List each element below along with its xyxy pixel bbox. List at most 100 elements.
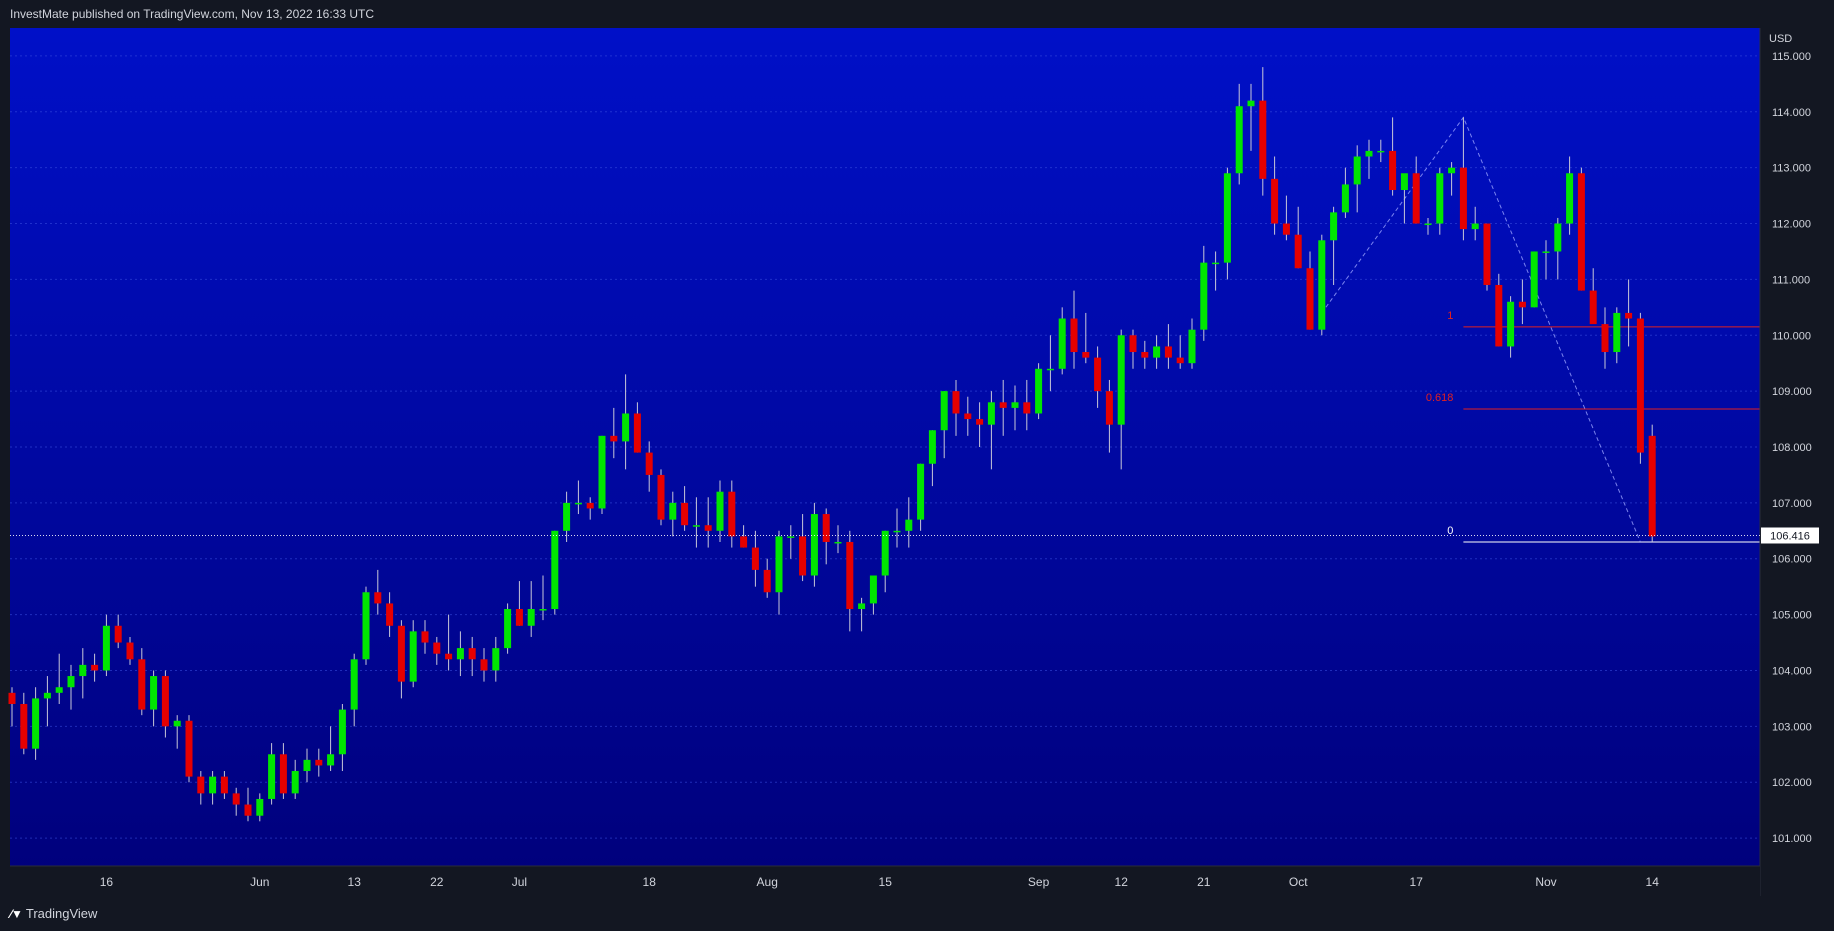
- candle-body: [386, 603, 394, 626]
- y-tick-label: 114.000: [1772, 107, 1811, 119]
- candle-body: [1223, 173, 1231, 263]
- x-tick-label: Jul: [512, 875, 527, 889]
- candle-body: [409, 631, 417, 682]
- candle-body: [563, 502, 571, 531]
- x-tick-label: 18: [643, 875, 657, 889]
- publish-info-text: InvestMate published on TradingView.com,…: [10, 7, 374, 21]
- candle-body: [1507, 301, 1515, 347]
- candle-body: [799, 536, 807, 576]
- candle-body: [1259, 100, 1267, 179]
- y-tick-labels: 101.000 102.000 103.000 104.000 105.000 106.0…: [1772, 51, 1812, 845]
- candle: [598, 435, 606, 515]
- candle-body: [1306, 268, 1314, 330]
- candle-body: [397, 625, 405, 682]
- candle-body: [1601, 324, 1609, 353]
- candle-body: [279, 754, 287, 794]
- candle-body: [291, 771, 299, 794]
- candle-body: [1200, 262, 1208, 330]
- candle-body: [1424, 223, 1432, 226]
- candle-body: [1577, 173, 1585, 291]
- y-tick-label: 113.000: [1772, 163, 1811, 175]
- candle: [1636, 312, 1644, 464]
- candle-body: [126, 642, 134, 660]
- candle-body: [1353, 156, 1361, 185]
- candle-body: [952, 391, 960, 414]
- candle-body: [610, 435, 618, 442]
- candle-body: [1247, 100, 1255, 107]
- candle-body: [1471, 223, 1479, 230]
- candle-body: [445, 653, 453, 660]
- candle-body: [1377, 150, 1385, 153]
- candle-body: [362, 592, 370, 660]
- candle-body: [1318, 240, 1326, 330]
- candle-body: [244, 804, 252, 816]
- candle-body: [1365, 150, 1373, 157]
- candle-body: [138, 659, 146, 710]
- candle-body: [161, 676, 169, 727]
- y-tick-label: 112.000: [1772, 219, 1811, 231]
- candle-body: [504, 609, 512, 649]
- candle-body: [1330, 212, 1338, 241]
- candle-body: [303, 759, 311, 772]
- y-tick-label: 109.000: [1772, 386, 1812, 398]
- candle-body: [740, 536, 748, 548]
- candle-body: [1636, 318, 1644, 453]
- candle-body: [539, 609, 547, 611]
- price-axis[interactable]: USD: [1759, 28, 1834, 896]
- candlestick-chart[interactable]: 10.6180 USD 101.000102.000103.000104.000…: [0, 28, 1834, 896]
- candle-body: [1483, 223, 1491, 285]
- candle-body: [846, 541, 854, 610]
- x-tick-label: 14: [1646, 875, 1660, 889]
- candle: [1318, 234, 1326, 336]
- candle-body: [598, 435, 606, 509]
- candle-body: [209, 776, 217, 794]
- candle-body: [716, 491, 724, 531]
- candle-body: [1058, 318, 1066, 369]
- y-tick-label: 102.000: [1772, 777, 1812, 789]
- candle-body: [1495, 284, 1503, 347]
- candle-body: [515, 609, 523, 626]
- candle-body: [1341, 184, 1349, 213]
- candle-body: [1164, 346, 1172, 358]
- tradingview-branding[interactable]: ⁄▼ TradingView: [10, 906, 97, 921]
- candle-body: [657, 474, 665, 520]
- candle-body: [928, 430, 936, 464]
- candle-body: [1436, 173, 1444, 224]
- candle-body: [1129, 335, 1137, 353]
- candle-body: [421, 631, 429, 643]
- candle-body: [433, 642, 441, 654]
- candle-body: [67, 676, 75, 688]
- y-tick-label: 107.000: [1772, 498, 1812, 510]
- candle-body: [1294, 234, 1302, 269]
- x-tick-label: 22: [430, 875, 444, 889]
- candle-body: [350, 659, 358, 710]
- candle-body: [1400, 173, 1408, 191]
- candle: [810, 502, 818, 587]
- currency-label: USD: [1769, 33, 1792, 45]
- x-tick-label: 13: [348, 875, 362, 889]
- candle-body: [551, 530, 559, 610]
- candle-body: [1613, 312, 1621, 353]
- candle-body: [1212, 262, 1220, 265]
- candle: [1648, 424, 1656, 542]
- candle-body: [1082, 352, 1090, 358]
- candle-body: [1105, 391, 1113, 425]
- candle-body: [1554, 223, 1562, 252]
- tradingview-logo-icon: ⁄▼: [10, 906, 23, 921]
- candle-body: [1625, 312, 1633, 319]
- candle-body: [527, 609, 535, 626]
- x-tick-label: 12: [1115, 875, 1129, 889]
- candle-body: [976, 419, 984, 425]
- x-tick-label: Aug: [757, 875, 778, 889]
- candle-body: [1235, 106, 1243, 174]
- candle: [1223, 167, 1231, 280]
- candle-body: [1648, 435, 1656, 537]
- candle: [1530, 251, 1538, 308]
- candle-body: [456, 648, 464, 660]
- candle-body: [751, 547, 759, 570]
- candle-body: [1141, 352, 1149, 358]
- candle-body: [775, 536, 783, 593]
- candle-body: [1023, 402, 1031, 414]
- candle-body: [338, 709, 346, 755]
- y-tick-label: 115.000: [1772, 51, 1811, 63]
